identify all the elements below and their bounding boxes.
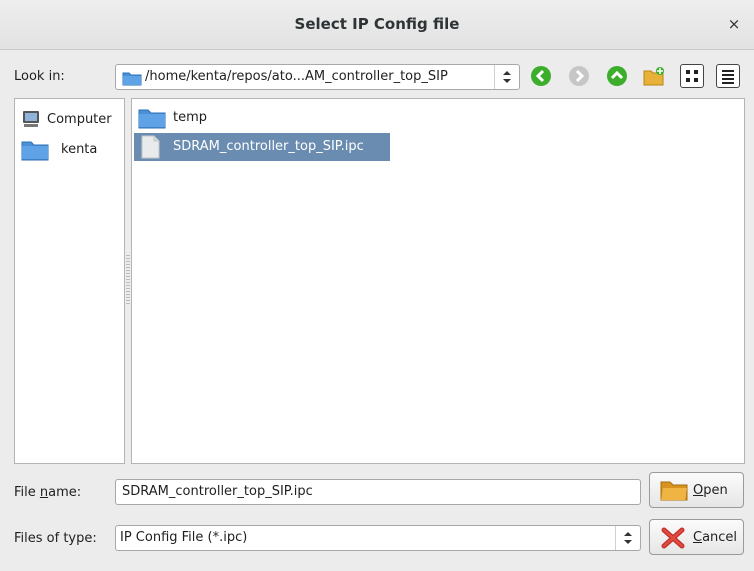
file-name: SDRAM_controller_top_SIP.ipc bbox=[173, 139, 364, 154]
file-type-label: Files of type: bbox=[14, 531, 97, 546]
folder-icon bbox=[21, 139, 49, 165]
sidebar-item-label: Computer bbox=[47, 112, 112, 127]
open-folder-icon bbox=[660, 479, 688, 505]
file-list: temp SDRAM_controller_top_SIP.ipc bbox=[131, 98, 745, 464]
cancel-x-icon bbox=[660, 526, 686, 554]
back-icon[interactable] bbox=[530, 65, 552, 87]
list-item[interactable]: SDRAM_controller_top_SIP.ipc bbox=[134, 133, 390, 161]
list-item[interactable]: temp bbox=[135, 105, 385, 131]
close-icon[interactable]: × bbox=[724, 14, 744, 34]
file-name: temp bbox=[173, 110, 208, 125]
detail-view-icon[interactable] bbox=[716, 64, 740, 88]
cancel-button[interactable]: Cancel bbox=[649, 519, 744, 555]
file-name-field[interactable] bbox=[115, 479, 641, 505]
file-icon bbox=[139, 135, 161, 163]
file-name-input[interactable] bbox=[120, 483, 634, 500]
sidebar-item-label: kenta bbox=[61, 142, 98, 157]
file-name-label: File name: bbox=[14, 485, 82, 500]
cancel-button-label: Cancel bbox=[693, 530, 738, 545]
up-icon[interactable] bbox=[606, 65, 628, 87]
open-button-label: Open bbox=[693, 483, 728, 498]
forward-icon[interactable] bbox=[568, 65, 590, 87]
file-type-select[interactable]: IP Config File (*.ipc) bbox=[115, 525, 641, 551]
list-view-icon[interactable] bbox=[680, 64, 704, 88]
look-in-combo[interactable]: /home/kenta/repos/ato...AM_controller_to… bbox=[115, 64, 520, 90]
open-button[interactable]: Open bbox=[649, 472, 744, 508]
updown-arrow-icon[interactable] bbox=[615, 526, 640, 550]
places-sidebar: Computer kenta bbox=[14, 98, 125, 464]
folder-icon bbox=[138, 107, 166, 133]
look-in-path: /home/kenta/repos/ato...AM_controller_to… bbox=[145, 69, 448, 84]
computer-icon bbox=[21, 109, 41, 133]
sidebar-item-kenta[interactable]: kenta bbox=[21, 137, 121, 163]
title-bar: Select IP Config file × bbox=[0, 0, 754, 50]
splitter-handle[interactable] bbox=[126, 255, 130, 305]
new-folder-icon[interactable] bbox=[642, 65, 664, 87]
folder-icon bbox=[122, 70, 142, 90]
sidebar-item-computer[interactable]: Computer bbox=[21, 107, 121, 133]
file-dialog: Select IP Config file × Look in: /home/k… bbox=[0, 0, 754, 571]
updown-arrow-icon[interactable] bbox=[494, 65, 519, 89]
look-in-label: Look in: bbox=[14, 69, 65, 84]
file-type-value: IP Config File (*.ipc) bbox=[120, 530, 248, 545]
dialog-title: Select IP Config file bbox=[294, 15, 460, 33]
